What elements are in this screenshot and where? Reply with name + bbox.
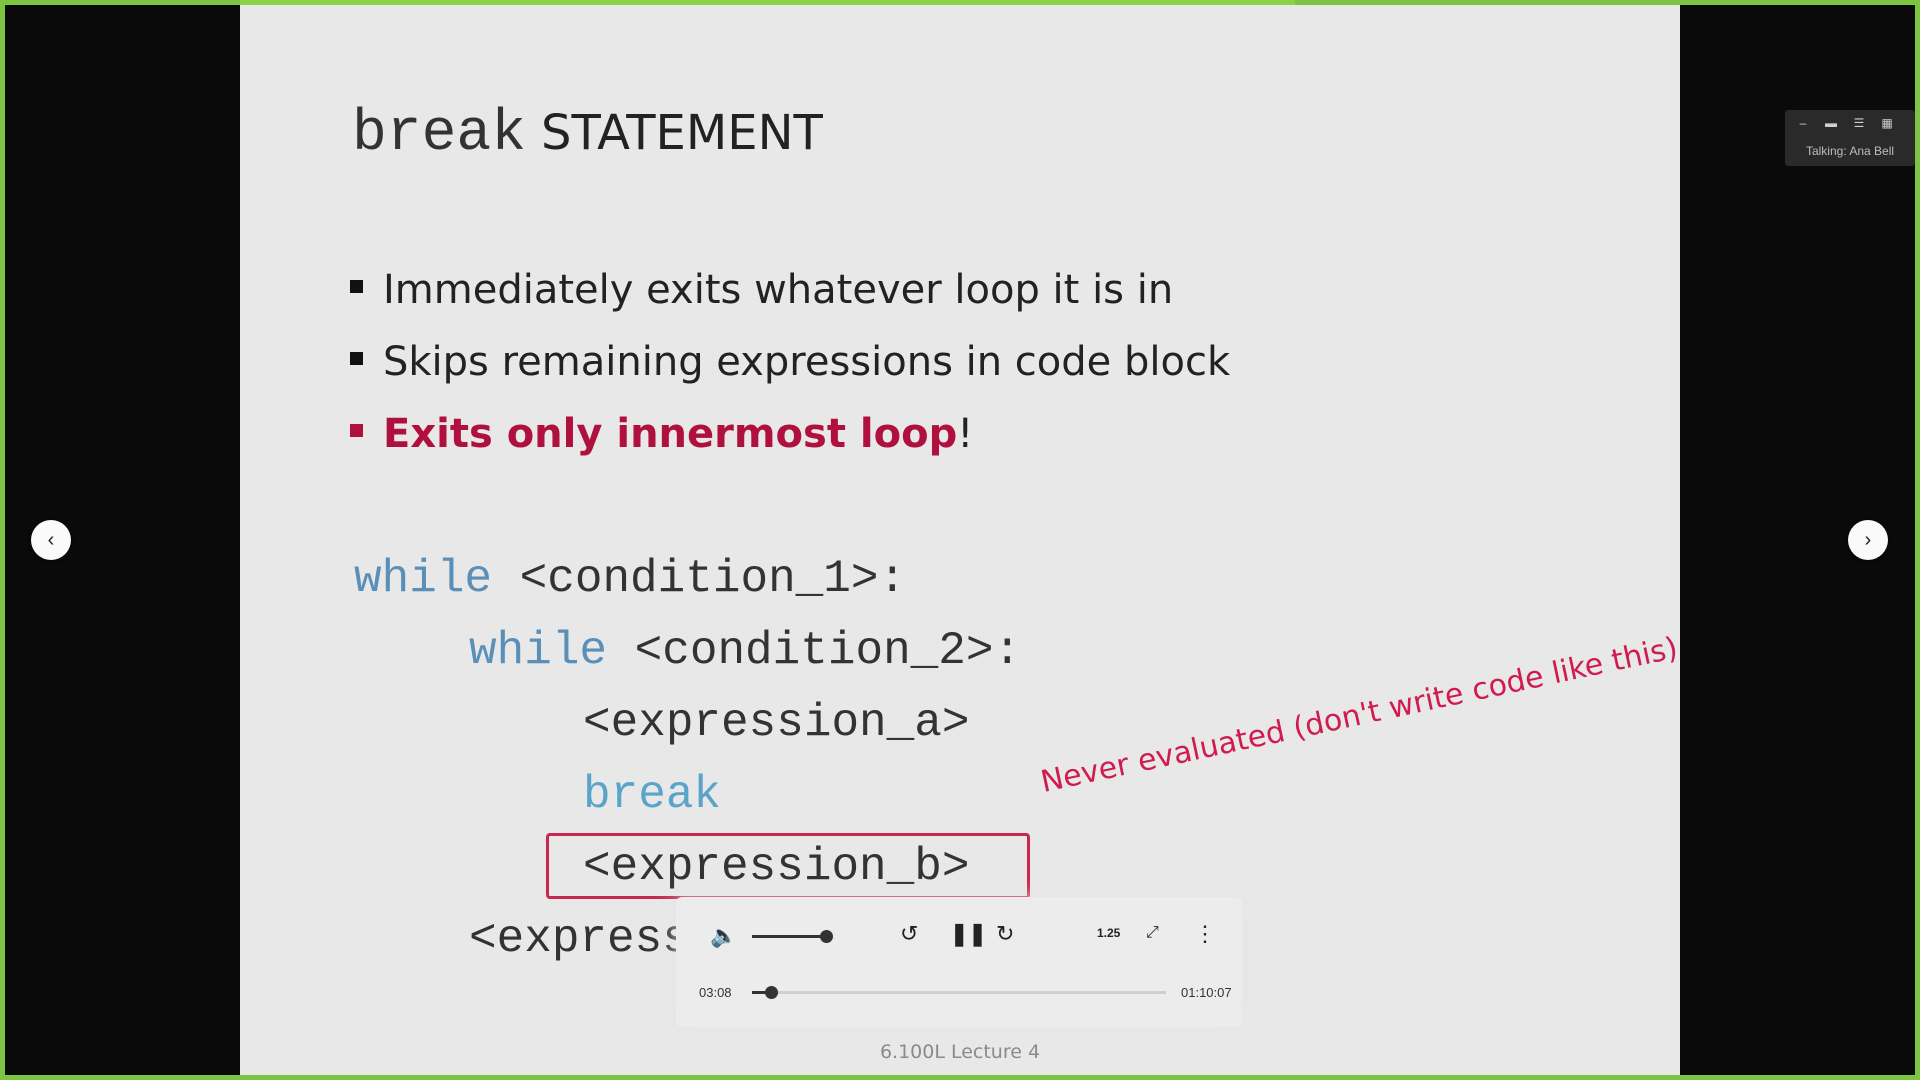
more-options-icon[interactable]: ⋮ bbox=[1194, 923, 1216, 945]
code-line-1: while <condition_1>: bbox=[354, 553, 907, 605]
forward-icon[interactable]: ↻ bbox=[996, 923, 1014, 945]
next-button[interactable]: › bbox=[1848, 520, 1888, 560]
stacked-view-icon[interactable]: ☰ bbox=[1851, 117, 1867, 129]
speaker-view-icon[interactable]: ▬ bbox=[1823, 117, 1839, 129]
volume-icon[interactable]: 🔈 bbox=[710, 925, 737, 947]
slide-footer: 6.100L Lecture 4 bbox=[879, 1041, 1041, 1063]
volume-slider-knob[interactable] bbox=[820, 930, 833, 943]
pause-icon[interactable]: ❚❚ bbox=[950, 923, 987, 945]
code-line-2: while <condition_2>: bbox=[469, 625, 1022, 677]
rewind-icon[interactable]: ↺ bbox=[900, 923, 918, 945]
title-text: STATEMENT bbox=[541, 105, 823, 161]
grid-view-icon[interactable]: ▦ bbox=[1879, 117, 1895, 129]
seek-bar-knob[interactable] bbox=[765, 986, 778, 999]
previous-button[interactable]: ‹ bbox=[31, 520, 71, 560]
chevron-right-icon: › bbox=[1864, 528, 1872, 551]
minimize-icon[interactable]: – bbox=[1795, 117, 1811, 129]
seek-bar[interactable] bbox=[752, 991, 1166, 994]
total-time: 01:10:07 bbox=[1181, 985, 1232, 1000]
exit-fullscreen-icon[interactable]: ⤢ bbox=[1146, 925, 1159, 941]
meeting-view-panel: – ▬ ☰ ▦ Talking: Ana Bell bbox=[1785, 110, 1915, 166]
title-keyword: break bbox=[352, 102, 527, 167]
volume-slider[interactable] bbox=[752, 935, 828, 938]
bullet-square-icon bbox=[350, 351, 363, 365]
top-progress-bar bbox=[240, 0, 1295, 5]
annotation-text: Never evaluated (don't write code like t… bbox=[1037, 630, 1681, 800]
chevron-left-icon: ‹ bbox=[47, 528, 55, 551]
playback-speed-button[interactable]: 1.25 bbox=[1097, 927, 1120, 939]
slide-title: break STATEMENT bbox=[352, 100, 823, 167]
video-player-controls: 🔈 ↺ ❚❚ ↻ 1.25 ⤢ ⋮ 03:08 01:10:07 bbox=[676, 897, 1242, 1027]
talking-label: Talking: Ana Bell bbox=[1805, 144, 1895, 158]
current-time: 03:08 bbox=[699, 985, 732, 1000]
bullet-2: Skips remaining expressions in code bloc… bbox=[350, 339, 1230, 385]
code-line-4: break bbox=[583, 769, 722, 821]
bullet-3: Exits only innermost loop! bbox=[350, 411, 973, 457]
bullet-square-icon bbox=[350, 279, 363, 293]
bullet-square-icon bbox=[350, 423, 363, 437]
code-line-5: <expression_b> bbox=[583, 841, 970, 893]
bullet-1: Immediately exits whatever loop it is in bbox=[350, 267, 1173, 313]
code-line-3: <expression_a> bbox=[583, 697, 970, 749]
